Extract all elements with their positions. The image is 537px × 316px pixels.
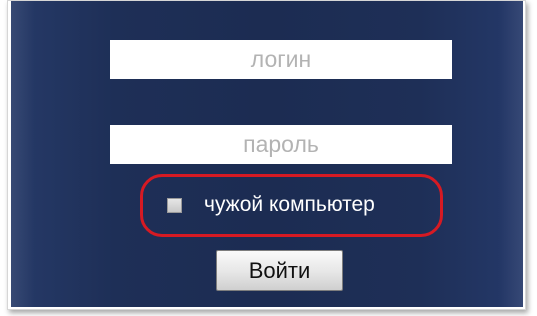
panel-edge-left xyxy=(11,1,35,307)
password-input[interactable] xyxy=(110,125,452,164)
panel-edge-right xyxy=(499,1,523,307)
foreign-computer-checkbox[interactable] xyxy=(167,197,182,213)
login-button[interactable]: Войти xyxy=(216,250,343,291)
screenshot-frame: чужой компьютер Войти xyxy=(7,0,526,310)
login-panel: чужой компьютер Войти xyxy=(11,1,523,307)
remember-option[interactable]: чужой компьютер xyxy=(167,191,375,219)
foreign-computer-label[interactable]: чужой компьютер xyxy=(204,193,375,217)
login-input[interactable] xyxy=(110,40,452,79)
